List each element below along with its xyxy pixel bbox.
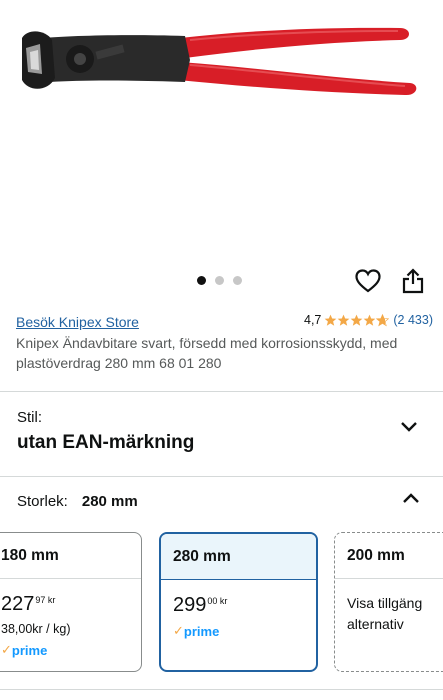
- carousel-dot-3[interactable]: [233, 276, 242, 285]
- size-option-card[interactable]: 200 mm Visa tillgäng alternativ: [334, 532, 443, 672]
- size-option-card[interactable]: 180 mm 227 97 kr 38,00kr / kg) ✓ prime: [0, 532, 142, 672]
- availability-text: Visa tillgäng alternativ: [347, 595, 423, 632]
- size-option-price: 299 00 kr: [173, 594, 228, 616]
- prime-check-icon: ✓: [1, 642, 12, 657]
- star-icon: [351, 314, 363, 326]
- divider: [0, 476, 443, 477]
- product-title: Knipex Ändavbitare svart, försedd med ko…: [16, 335, 398, 371]
- plier-image: [22, 27, 417, 96]
- size-option-card-selected[interactable]: 280 mm 299 00 kr ✓ prime: [159, 532, 318, 672]
- rating-stars: [324, 313, 390, 327]
- size-option-label: 180 mm: [0, 533, 141, 579]
- size-option-label: 280 mm: [161, 534, 316, 580]
- star-icon: [364, 314, 376, 326]
- heart-icon[interactable]: [355, 269, 381, 293]
- prime-badge: ✓ prime: [1, 642, 48, 658]
- size-option-price: 227 97 kr: [1, 593, 56, 615]
- chevron-down-icon[interactable]: [400, 421, 418, 433]
- rating-count-link[interactable]: (2 433): [393, 313, 433, 327]
- size-label: Storlek:: [17, 493, 68, 510]
- carousel-dot-1[interactable]: [197, 276, 206, 285]
- store-link[interactable]: Besök Knipex Store: [16, 314, 139, 330]
- size-value: 280 mm: [81, 493, 138, 510]
- style-selector[interactable]: Stil: utan EAN-märkning: [17, 409, 194, 454]
- half-star-icon: [376, 313, 390, 326]
- image-carousel-dots[interactable]: [197, 276, 242, 285]
- share-icon[interactable]: [402, 268, 424, 294]
- size-option-label: 200 mm: [335, 533, 443, 579]
- divider: [0, 391, 443, 392]
- star-icon: [325, 314, 337, 326]
- rating-value: 4,7: [304, 313, 322, 327]
- style-value: utan EAN-märkning: [17, 432, 195, 453]
- prime-badge: ✓ prime: [173, 623, 220, 639]
- prime-check-icon: ✓: [173, 623, 184, 638]
- divider: [0, 689, 443, 690]
- size-selector[interactable]: Storlek: 280 mm: [17, 493, 138, 510]
- chevron-up-icon[interactable]: [402, 492, 420, 504]
- carousel-dot-2[interactable]: [215, 276, 224, 285]
- star-icon: [338, 314, 350, 326]
- product-image[interactable]: [0, 0, 443, 262]
- style-label: Stil:: [17, 409, 43, 426]
- rating[interactable]: 4,7 (2 433): [304, 313, 433, 327]
- unit-price: 38,00kr / kg): [1, 622, 71, 636]
- store-rating-row: Besök Knipex Store 4,7 (2 433): [16, 312, 433, 332]
